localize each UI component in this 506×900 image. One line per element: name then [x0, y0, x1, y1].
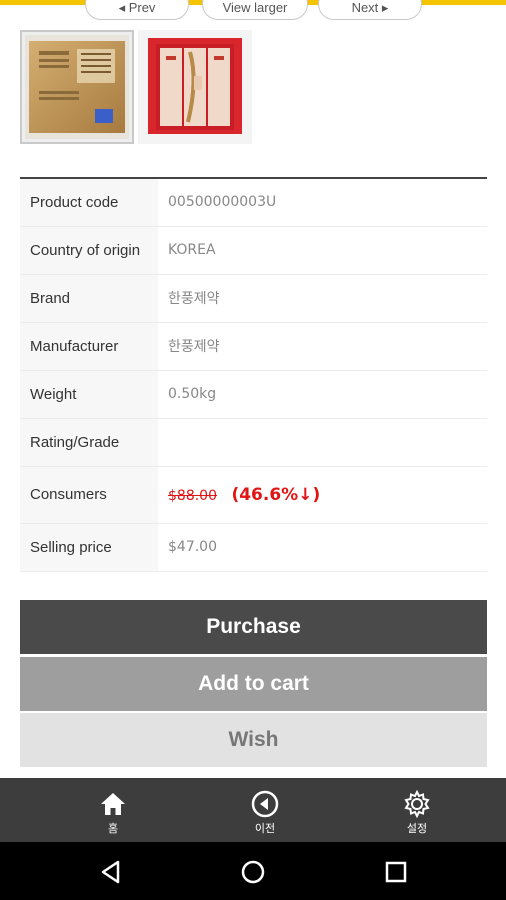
home-nav-item[interactable]: 홈: [63, 778, 163, 842]
system-home-icon[interactable]: [240, 859, 266, 885]
discount-badge: (46.6%↓): [231, 484, 321, 505]
spec-row-weight: Weight 0.50kg: [20, 370, 487, 419]
spec-label: Brand: [20, 274, 158, 323]
product-spec-table: Product code 00500000003U Country of ori…: [20, 177, 487, 572]
gear-icon: [404, 790, 430, 818]
spec-value: [158, 418, 487, 467]
spec-row-rating: Rating/Grade: [20, 418, 487, 467]
product-box-front-image: [138, 30, 252, 144]
spec-value: 한풍제약: [158, 274, 487, 323]
spec-label: Product code: [20, 178, 158, 227]
home-nav-label: 홈: [107, 822, 119, 835]
spec-label: Selling price: [20, 523, 158, 572]
spec-value: $88.00 (46.6%↓): [158, 466, 487, 524]
back-circle-icon: [251, 790, 279, 818]
bottom-navigation: 홈 이전 설정: [0, 778, 506, 842]
spec-row-brand: Brand 한풍제약: [20, 274, 487, 323]
product-box-back-image: [25, 35, 129, 139]
system-back-icon[interactable]: [98, 859, 124, 885]
thumbnail-2[interactable]: [138, 30, 252, 144]
purchase-button[interactable]: Purchase: [20, 600, 487, 654]
settings-nav-item[interactable]: 설정: [367, 778, 467, 842]
home-icon: [101, 793, 125, 815]
spec-value: $47.00: [158, 523, 487, 572]
image-nav: ◂ Prev View larger Next ▸: [0, 0, 506, 20]
back-nav-label: 이전: [254, 822, 276, 835]
settings-nav-label: 설정: [406, 822, 428, 835]
system-navigation-bar: [0, 842, 506, 900]
original-price: $88.00: [168, 487, 217, 504]
prev-button[interactable]: ◂ Prev: [85, 0, 189, 20]
spec-label: Weight: [20, 370, 158, 419]
spec-label: Country of origin: [20, 226, 158, 275]
spec-value: 한풍제약: [158, 322, 487, 371]
add-to-cart-button[interactable]: Add to cart: [20, 657, 487, 711]
system-recents-icon[interactable]: [383, 859, 409, 885]
spec-label: Consumers: [20, 466, 158, 524]
spec-row-consumers: Consumers $88.00 (46.6%↓): [20, 466, 487, 524]
spec-value: KOREA: [158, 226, 487, 275]
spec-value: 00500000003U: [158, 178, 487, 227]
spec-row-product-code: Product code 00500000003U: [20, 178, 487, 227]
next-button[interactable]: Next ▸: [318, 0, 422, 20]
wish-button[interactable]: Wish: [20, 713, 487, 767]
spec-row-origin: Country of origin KOREA: [20, 226, 487, 275]
spec-label: Rating/Grade: [20, 418, 158, 467]
spec-row-manufacturer: Manufacturer 한풍제약: [20, 322, 487, 371]
back-nav-item[interactable]: 이전: [215, 778, 315, 842]
spec-row-selling-price: Selling price $47.00: [20, 523, 487, 572]
thumbnail-1[interactable]: [20, 30, 134, 144]
spec-label: Manufacturer: [20, 322, 158, 371]
spec-value: 0.50kg: [158, 370, 487, 419]
view-larger-button[interactable]: View larger: [202, 0, 308, 20]
